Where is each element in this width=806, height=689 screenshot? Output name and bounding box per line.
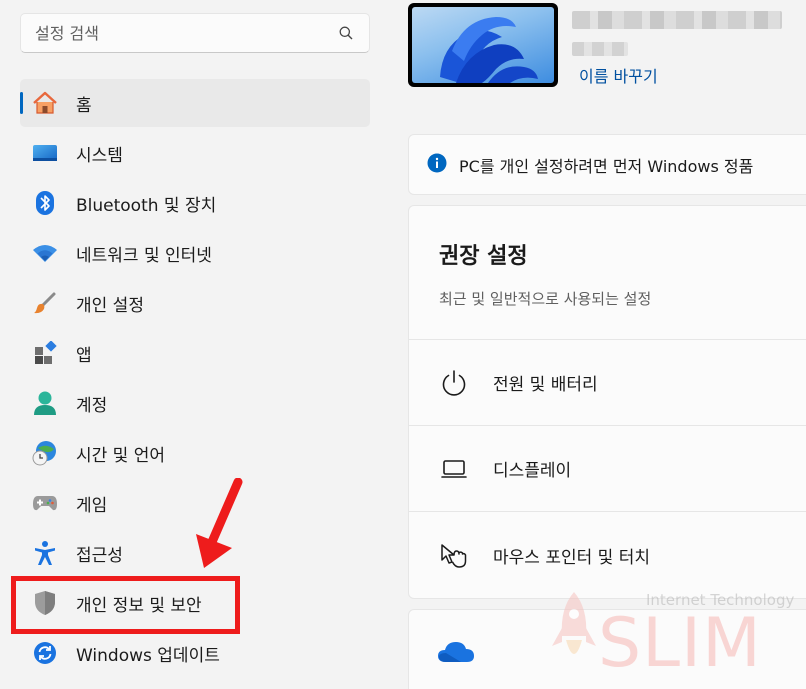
- watermark-logo: Internet Technology SLIM: [548, 586, 806, 686]
- recommended-item-display[interactable]: 디스플레이: [409, 426, 806, 512]
- sidebar-item-personalization[interactable]: 개인 설정: [20, 279, 370, 327]
- sidebar-item-label: Windows 업데이트: [76, 645, 220, 666]
- update-icon: [32, 640, 58, 666]
- watermark-brand: SLIM: [598, 604, 762, 683]
- sidebar-item-home[interactable]: 홈: [20, 79, 370, 127]
- sidebar-item-accounts[interactable]: 계정: [20, 379, 370, 427]
- time-language-icon: [32, 440, 58, 466]
- onedrive-cloud-icon: [437, 640, 475, 668]
- activation-banner-text: PC를 개인 설정하려면 먼저 Windows 정품: [459, 156, 754, 176]
- brush-icon: [32, 290, 58, 316]
- sidebar-item-label: 접근성: [76, 545, 123, 566]
- wifi-icon: [32, 240, 58, 266]
- recommended-item-power[interactable]: 전원 및 배터리: [409, 340, 806, 426]
- pointer-icon: [439, 540, 469, 570]
- sidebar-item-label: 홈: [76, 95, 92, 116]
- recommended-title: 권장 설정: [439, 244, 528, 269]
- rocket-logo-icon: [552, 592, 596, 654]
- gamepad-icon: [32, 490, 58, 516]
- sidebar-item-label: Bluetooth 및 장치: [76, 195, 217, 216]
- apps-icon: [32, 340, 58, 366]
- info-icon: [427, 153, 447, 177]
- wallpaper-bloom-icon: [440, 17, 538, 83]
- sidebar-item-label: 네트워크 및 인터넷: [76, 245, 212, 266]
- sidebar-item-label: 시간 및 언어: [76, 445, 166, 466]
- sidebar-item-label: 앱: [76, 345, 92, 366]
- rename-link[interactable]: 이름 바꾸기: [579, 63, 658, 87]
- system-icon: [32, 140, 58, 166]
- annotation-arrow-icon: [196, 478, 243, 568]
- account-icon: [32, 390, 58, 416]
- home-icon: [32, 90, 58, 116]
- desktop-thumbnail[interactable]: [408, 3, 558, 87]
- sidebar-item-system[interactable]: 시스템: [20, 129, 370, 177]
- sidebar-item-label: 계정: [76, 395, 108, 416]
- sidebar-item-bluetooth[interactable]: Bluetooth 및 장치: [20, 179, 370, 227]
- recommended-item-label: 디스플레이: [493, 461, 572, 481]
- recommended-item-label: 전원 및 배터리: [493, 375, 598, 395]
- sidebar-item-time-language[interactable]: 시간 및 언어: [20, 429, 370, 477]
- device-model-redacted: [572, 42, 628, 56]
- highlight-box: [11, 576, 240, 634]
- power-icon: [439, 368, 469, 398]
- recommended-subtitle: 최근 및 일반적으로 사용되는 설정: [439, 290, 652, 308]
- sidebar-item-network[interactable]: 네트워크 및 인터넷: [20, 229, 370, 277]
- device-name-redacted: [572, 11, 782, 29]
- sidebar-item-label: 게임: [76, 495, 108, 516]
- search-input[interactable]: [35, 23, 337, 43]
- sidebar-item-label: 시스템: [76, 145, 123, 166]
- sidebar-item-windows-update[interactable]: Windows 업데이트: [20, 629, 370, 677]
- display-icon: [439, 454, 469, 484]
- activation-banner[interactable]: PC를 개인 설정하려면 먼저 Windows 정품: [408, 134, 806, 195]
- recommended-item-label: 마우스 포인터 및 터치: [493, 547, 650, 568]
- search-icon[interactable]: [337, 24, 355, 42]
- sidebar-item-label: 개인 설정: [76, 295, 144, 316]
- sidebar-item-apps[interactable]: 앱: [20, 329, 370, 377]
- recommended-header: 권장 설정 최근 및 일반적으로 사용되는 설정: [409, 206, 806, 340]
- recommended-settings-card: 권장 설정 최근 및 일반적으로 사용되는 설정 전원 및 배터리 디스플레이 …: [408, 205, 806, 599]
- bluetooth-icon: [32, 190, 58, 216]
- search-box[interactable]: [20, 13, 370, 53]
- accessibility-icon: [32, 540, 58, 566]
